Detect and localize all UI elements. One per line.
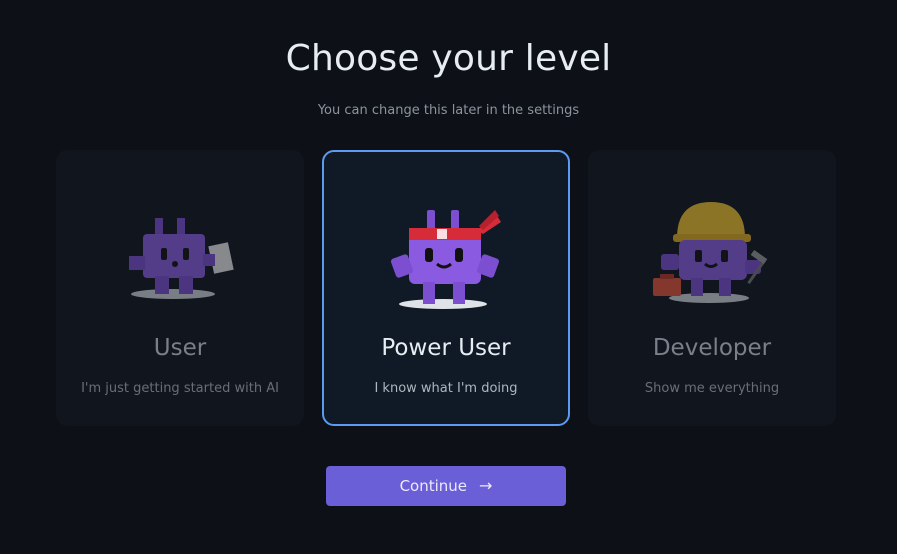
level-description: I'm just getting started with AI xyxy=(81,381,279,396)
level-card-developer[interactable]: Developer Show me everything xyxy=(588,150,836,426)
level-options: User I'm just getting started with AI Po… xyxy=(56,150,838,426)
level-description: I know what I'm doing xyxy=(374,381,518,396)
continue-label: Continue xyxy=(399,477,468,495)
mascot-with-headband-icon xyxy=(324,200,568,320)
mascot-with-hardhat-icon xyxy=(588,198,836,318)
onboarding-level-page: Choose your level You can change this la… xyxy=(0,0,897,554)
level-card-power-user[interactable]: Power User I know what I'm doing xyxy=(322,150,570,426)
level-label: Power User xyxy=(381,335,511,361)
level-label: User xyxy=(153,335,207,361)
level-label: Developer xyxy=(652,335,772,361)
arrow-right-icon: → xyxy=(479,476,493,495)
level-card-user[interactable]: User I'm just getting started with AI xyxy=(56,150,304,426)
mascot-with-paper-icon xyxy=(56,198,304,318)
level-description: Show me everything xyxy=(644,381,780,396)
page-title: Choose your level xyxy=(285,38,612,79)
continue-button[interactable]: Continue → xyxy=(326,466,566,506)
page-subtitle: You can change this later in the setting… xyxy=(317,103,580,118)
